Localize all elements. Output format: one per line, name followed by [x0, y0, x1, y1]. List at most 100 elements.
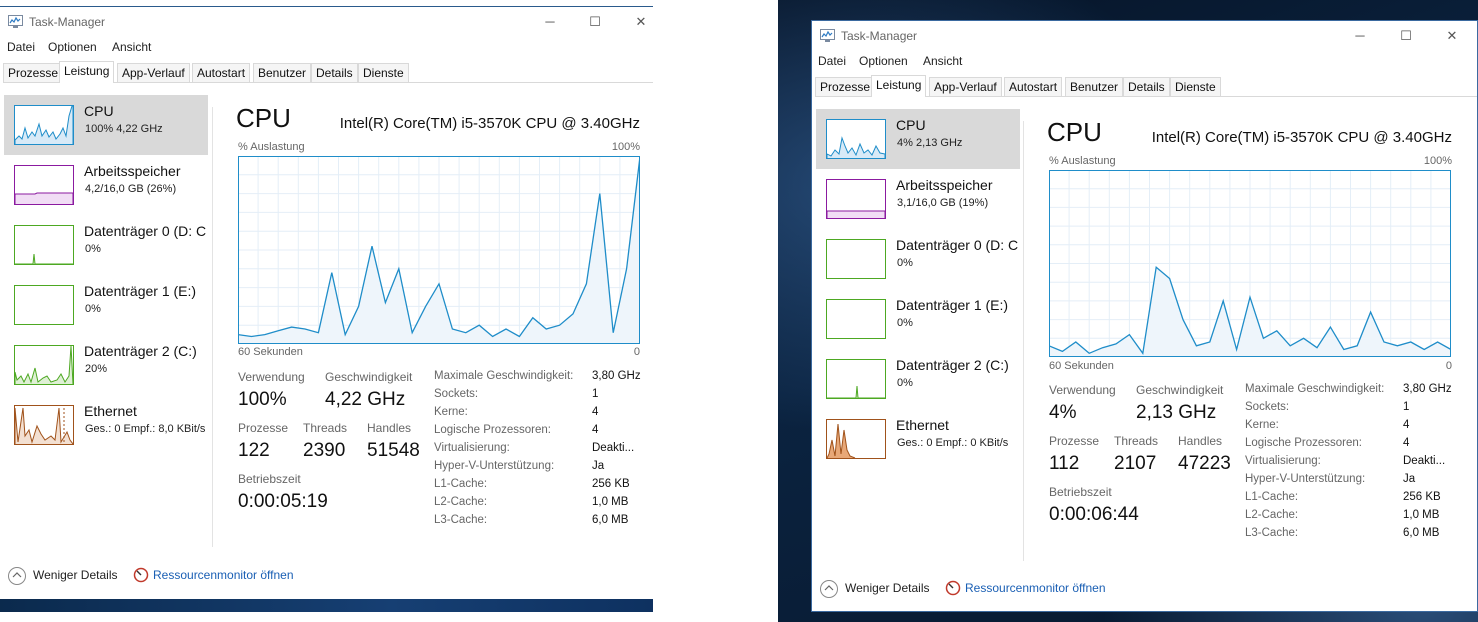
y-axis-label: % Auslastung	[1049, 155, 1116, 167]
tab-details[interactable]: Details	[311, 63, 358, 82]
collapse-up-icon[interactable]	[8, 567, 26, 585]
tab-benutzer[interactable]: Benutzer	[1065, 77, 1124, 96]
uptime-label: Betriebszeit	[238, 472, 301, 486]
tab-app-verlauf[interactable]: App-Verlauf	[929, 77, 1002, 96]
spec-logical-key: Logische Prozessoren:	[1245, 437, 1362, 449]
sidebar-item-disk-2[interactable]: Datenträger 2 (C:) 0%	[816, 349, 1020, 409]
threads-value: 2107	[1114, 453, 1157, 474]
tab-autostart[interactable]: Autostart	[1004, 77, 1063, 96]
threads-value: 2390	[303, 440, 346, 461]
resource-monitor-link[interactable]: Ressourcenmonitor öffnen	[965, 581, 1106, 595]
sidebar-item-disk-1[interactable]: Datenträger 1 (E:) 0%	[816, 289, 1020, 349]
spec-l1-value: 256 KB	[1403, 491, 1441, 503]
fewer-details-button[interactable]: Weniger Details	[845, 581, 929, 595]
sidebar-item-label: Datenträger 0 (D: C	[84, 223, 207, 239]
menu-ansicht[interactable]: Ansicht	[923, 54, 962, 68]
minimize-button[interactable]: ─	[1337, 21, 1383, 51]
y-max-label: 100%	[611, 141, 640, 153]
tab-benutzer[interactable]: Benutzer	[253, 63, 312, 82]
menu-ansicht[interactable]: Ansicht	[112, 40, 151, 54]
sidebar-item-label: CPU	[896, 117, 926, 133]
tab-details[interactable]: Details	[1123, 77, 1170, 96]
tab-prozesse[interactable]: Prozesse	[815, 77, 876, 96]
maximize-button[interactable]: ☐	[1383, 21, 1429, 51]
spec-max-speed-value: 3,80 GHz	[592, 370, 641, 382]
window-title: Task-Manager	[29, 15, 106, 29]
spec-l2-value: 1,0 MB	[1403, 509, 1440, 521]
disk-0-thumbnail	[826, 239, 886, 279]
spec-cores-value: 4	[1403, 419, 1410, 431]
sidebar-item-memory[interactable]: Arbeitsspeicher 4,2/16,0 GB (26%)	[4, 155, 208, 215]
sidebar-item-value: 4% 2,13 GHz	[897, 137, 963, 149]
sidebar-item-value: 0%	[85, 303, 101, 315]
sidebar-item-label: Datenträger 2 (C:)	[896, 357, 1009, 373]
resource-monitor-icon[interactable]	[133, 567, 149, 583]
performance-sidebar: CPU 4% 2,13 GHz Arbeitsspeicher 3,1/16,0…	[816, 109, 1020, 469]
title-bar[interactable]: Task-Manager ─ ☐ ✕	[0, 7, 653, 37]
usage-label: Verwendung	[238, 370, 305, 384]
sidebar-item-value: 3,1/16,0 GB (19%)	[897, 197, 989, 209]
speed-label: Geschwindigkeit	[1136, 383, 1224, 397]
sidebar-item-disk-0[interactable]: Datenträger 0 (D: C 0%	[816, 229, 1020, 289]
speed-value: 4,22 GHz	[325, 389, 406, 410]
spec-hyperv-key: Hyper-V-Unterstützung:	[1245, 473, 1366, 485]
disk-1-thumbnail	[14, 285, 74, 325]
sidebar-item-value: 4,2/16,0 GB (26%)	[85, 183, 177, 195]
tab-autostart[interactable]: Autostart	[192, 63, 251, 82]
sidebar-item-disk-2[interactable]: Datenträger 2 (C:) 20%	[4, 335, 208, 395]
sidebar-item-value: 100% 4,22 GHz	[85, 123, 163, 135]
disk-2-thumbnail	[14, 345, 74, 385]
cpu-usage-graph	[238, 156, 640, 344]
collapse-up-icon[interactable]	[820, 580, 838, 598]
usage-value: 100%	[238, 389, 287, 410]
menu-optionen[interactable]: Optionen	[48, 40, 97, 54]
memory-thumbnail	[826, 179, 886, 219]
processes-value: 112	[1049, 453, 1080, 474]
spec-logical-key: Logische Prozessoren:	[434, 424, 551, 436]
tab-dienste[interactable]: Dienste	[1170, 77, 1221, 96]
tab-bar: Prozesse Leistung App-Verlauf Autostart …	[3, 61, 653, 83]
tab-leistung[interactable]: Leistung	[871, 75, 927, 97]
minimize-button[interactable]: ─	[527, 7, 573, 37]
cpu-model: Intel(R) Core(TM) i5-3570K CPU @ 3.40GHz	[339, 115, 640, 132]
sidebar-item-value: 0%	[897, 257, 913, 269]
tab-app-verlauf[interactable]: App-Verlauf	[117, 63, 190, 82]
sidebar-item-value: Ges.: 0 Empf.: 8,0 KBit/s	[85, 423, 206, 435]
close-button[interactable]: ✕	[1429, 21, 1475, 51]
uptime-label: Betriebszeit	[1049, 485, 1112, 499]
ethernet-thumbnail	[826, 419, 886, 459]
sidebar-item-value: 20%	[85, 363, 108, 375]
desktop-strip	[0, 598, 653, 612]
spec-sockets-value: 1	[1403, 401, 1410, 413]
fewer-details-button[interactable]: Weniger Details	[33, 568, 117, 582]
handles-value: 47223	[1178, 453, 1231, 474]
tab-prozesse[interactable]: Prozesse	[3, 63, 64, 82]
sidebar-item-disk-1[interactable]: Datenträger 1 (E:) 0%	[4, 275, 208, 335]
cpu-usage-graph	[1049, 170, 1451, 357]
tab-dienste[interactable]: Dienste	[358, 63, 409, 82]
sidebar-item-ethernet[interactable]: Ethernet Ges.: 0 Empf.: 0 KBit/s	[816, 409, 1020, 469]
maximize-button[interactable]: ☐	[572, 7, 618, 37]
title-bar[interactable]: Task-Manager ─ ☐ ✕	[812, 21, 1477, 51]
disk-0-thumbnail	[14, 225, 74, 265]
menu-datei[interactable]: Datei	[7, 40, 35, 54]
sidebar-item-disk-0[interactable]: Datenträger 0 (D: C 0%	[4, 215, 208, 275]
sidebar-item-cpu[interactable]: CPU 100% 4,22 GHz	[4, 95, 208, 155]
sidebar-item-ethernet[interactable]: Ethernet Ges.: 0 Empf.: 8,0 KBit/s	[4, 395, 208, 455]
close-button[interactable]: ✕	[618, 7, 653, 37]
spec-l3-key: L3-Cache:	[1245, 527, 1299, 539]
resource-monitor-link[interactable]: Ressourcenmonitor öffnen	[153, 568, 294, 582]
sidebar-item-memory[interactable]: Arbeitsspeicher 3,1/16,0 GB (19%)	[816, 169, 1020, 229]
resource-monitor-icon[interactable]	[945, 580, 961, 596]
menu-optionen[interactable]: Optionen	[859, 54, 908, 68]
tab-leistung[interactable]: Leistung	[59, 61, 115, 83]
menu-datei[interactable]: Datei	[818, 54, 846, 68]
spec-l2-value: 1,0 MB	[592, 496, 629, 508]
spec-logical-value: 4	[1403, 437, 1410, 449]
cpu-thumbnail	[826, 119, 886, 159]
sidebar-item-value: 0%	[897, 377, 913, 389]
spec-l1-key: L1-Cache:	[1245, 491, 1299, 503]
page-title: CPU	[1047, 117, 1102, 147]
page-title: CPU	[236, 103, 291, 133]
sidebar-item-cpu[interactable]: CPU 4% 2,13 GHz	[816, 109, 1020, 169]
